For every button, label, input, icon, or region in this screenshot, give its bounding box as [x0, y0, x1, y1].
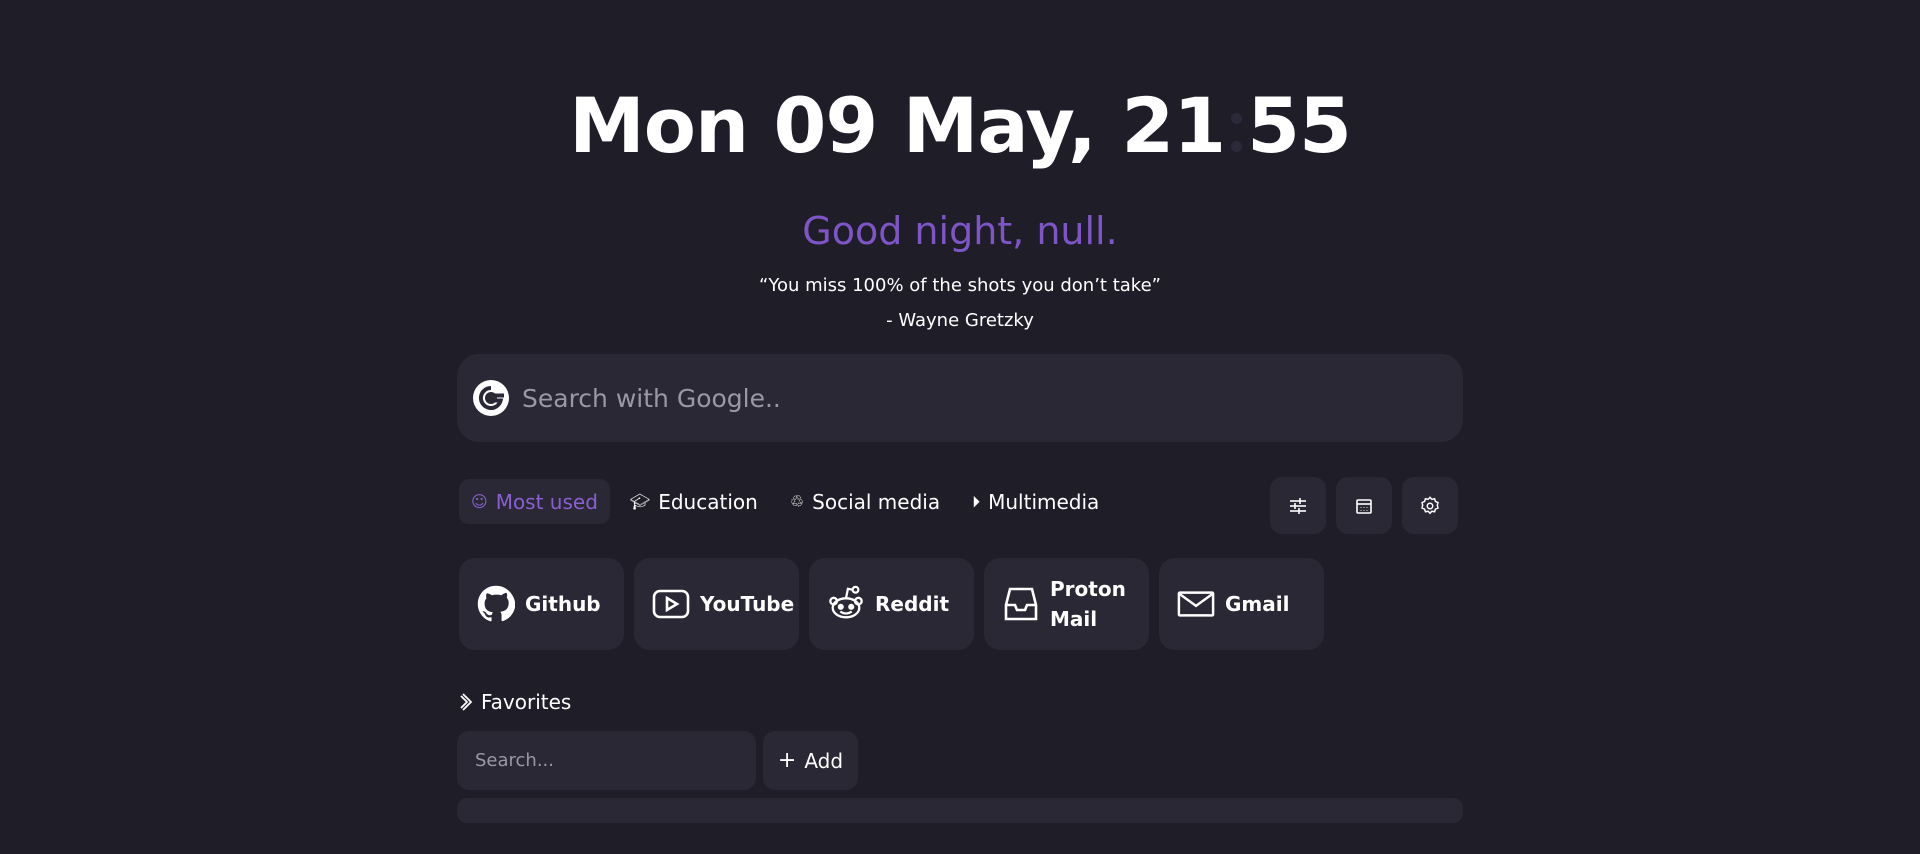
filter-button[interactable] [1270, 477, 1326, 534]
clock-date-hours: Mon 09 May, 21 [569, 81, 1226, 170]
add-button-label: Add [804, 748, 844, 773]
youtube-icon [652, 589, 690, 619]
favorites-search[interactable] [457, 731, 756, 790]
graduation-cap-icon: 🎓︎ [629, 492, 651, 511]
tab-social-media[interactable]: ♲ Social media [778, 479, 952, 524]
link-label: Github [525, 592, 601, 616]
sliders-icon [1290, 497, 1306, 514]
greeting: Good night, null. [802, 209, 1118, 253]
category-tabs: ☺ Most used 🎓︎ Education ♲ Social media … [459, 479, 1119, 524]
link-label: Proton Mail [1050, 577, 1126, 631]
link-gmail[interactable]: Gmail [1159, 558, 1324, 650]
quick-links: Github YouTube Reddit Proton Mail Gmail [459, 558, 1334, 650]
link-label: Gmail [1225, 592, 1290, 616]
plus-icon: + [777, 748, 797, 773]
gear-icon [1421, 495, 1439, 514]
search-input[interactable] [522, 383, 1422, 413]
clock-minutes: 55 [1247, 81, 1352, 170]
tab-label: Most used [495, 489, 598, 514]
new-tab-page: Mon 09 May, 21 55 Good night, null. “You … [0, 0, 1920, 854]
mail-icon [1177, 591, 1215, 617]
link-proton-mail[interactable]: Proton Mail [984, 558, 1149, 650]
reddit-icon [829, 585, 863, 619]
tab-multimedia[interactable]: ⏵ Multimedia [960, 479, 1111, 524]
quote-author: - Wayne Gretzky [886, 310, 1034, 331]
link-github[interactable]: Github [459, 558, 624, 650]
favorites-list [457, 798, 1463, 823]
favorites-toggle[interactable]: Favorites [459, 690, 571, 714]
smile-icon: ☺ [471, 492, 488, 511]
toolbar [1270, 477, 1468, 534]
add-favorite-button[interactable]: + Add [763, 731, 858, 790]
clock: Mon 09 May, 21 55 [0, 88, 1920, 164]
recycle-icon: ♲ [789, 492, 805, 511]
favorites-title: Favorites [481, 690, 572, 714]
favorites-search-input[interactable] [475, 750, 735, 771]
chevron-right-icon [460, 693, 473, 711]
github-icon [477, 585, 515, 622]
link-label: Reddit [875, 592, 950, 616]
tab-label: Education [658, 489, 758, 514]
link-reddit[interactable]: Reddit [809, 558, 974, 650]
tab-most-used[interactable]: ☺ Most used [459, 479, 610, 524]
quote-text: “You miss 100% of the shots you don’t ta… [759, 275, 1161, 296]
link-label: YouTube [700, 592, 795, 616]
tab-education[interactable]: 🎓︎ Education [618, 479, 770, 524]
calendar-button[interactable] [1336, 477, 1392, 534]
settings-button[interactable] [1402, 477, 1458, 534]
tab-label: Social media [812, 489, 941, 514]
google-icon [473, 380, 509, 416]
link-youtube[interactable]: YouTube [634, 558, 799, 650]
calendar-icon [1356, 498, 1372, 514]
play-circle-icon: ⏵ [972, 491, 981, 511]
tab-label: Multimedia [988, 489, 1100, 514]
inbox-icon [1004, 587, 1038, 621]
clock-colon [1225, 101, 1247, 161]
google-search-bar[interactable] [457, 354, 1463, 442]
